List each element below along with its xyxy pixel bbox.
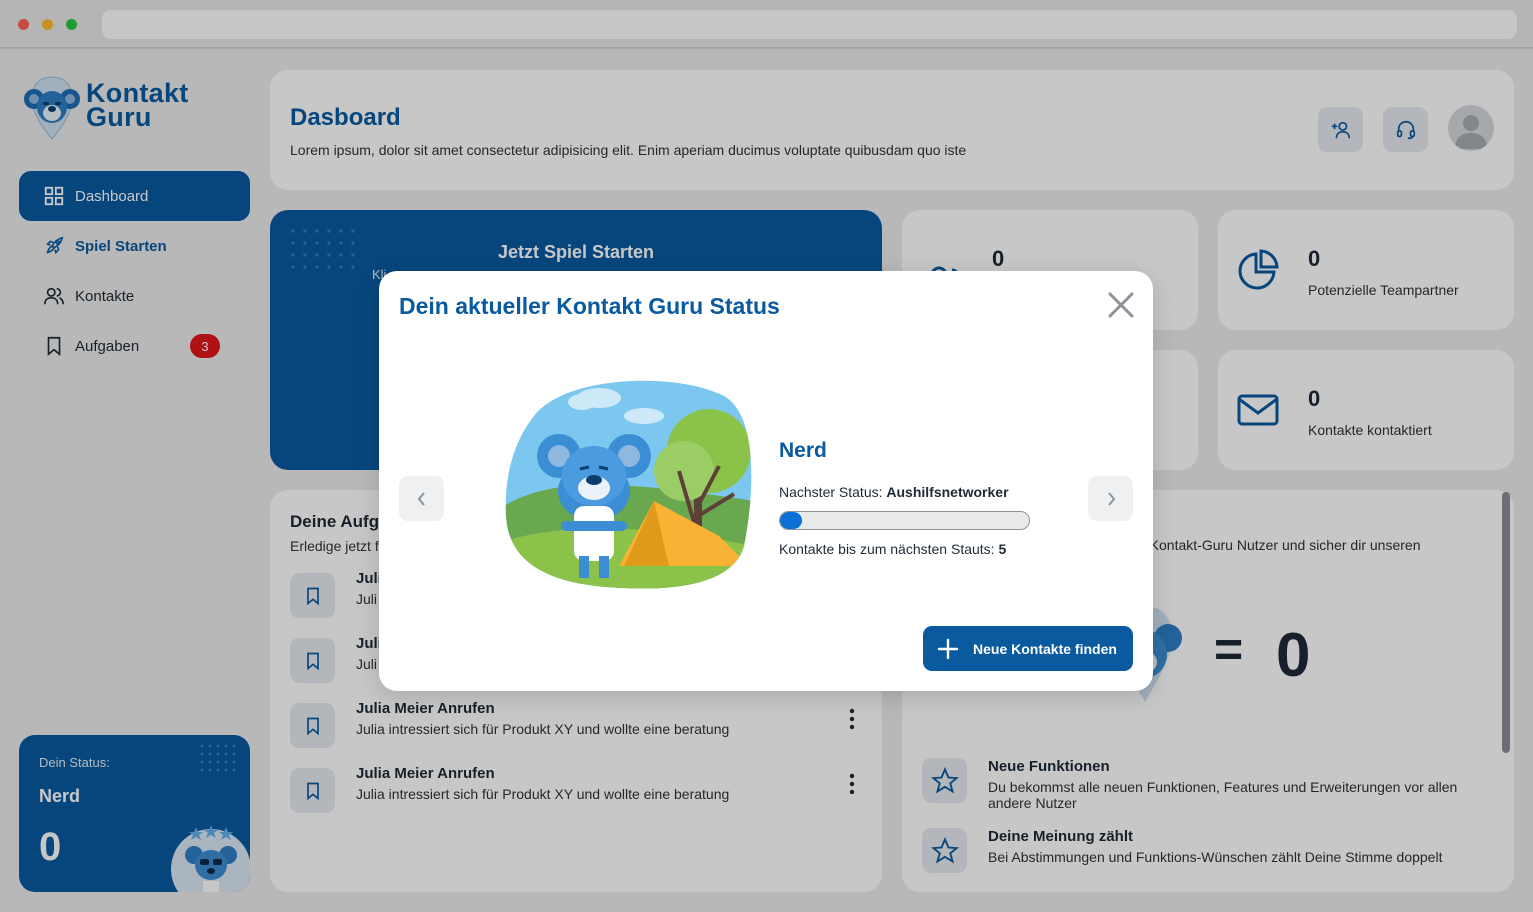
contacts-remaining-label: Kontakte bis zum nächsten Stauts:	[779, 541, 999, 557]
contacts-remaining-value: 5	[998, 541, 1007, 557]
contacts-remaining: Kontakte bis zum nächsten Stauts: 5	[779, 541, 1006, 557]
find-new-contacts-label: Neue Kontakte finden	[973, 640, 1117, 657]
previous-button[interactable]	[399, 476, 444, 521]
next-status: Nachster Status: Aushilfsnetworker	[779, 484, 1009, 500]
status-modal: Dein aktueller Kontakt Guru Status Nerd …	[379, 271, 1153, 691]
koala-camping-illustration	[505, 380, 752, 589]
modal-title: Dein aktueller Kontakt Guru Status	[399, 293, 780, 319]
next-status-value: Aushilfsnetworker	[886, 484, 1009, 500]
chevron-left-icon	[417, 491, 425, 506]
next-button[interactable]	[1088, 476, 1133, 521]
rank-name: Nerd	[779, 439, 827, 462]
close-icon[interactable]	[1105, 289, 1137, 321]
status-progress-fill	[780, 512, 803, 529]
find-new-contacts-button[interactable]: Neue Kontakte finden	[923, 626, 1133, 671]
chevron-right-icon	[1107, 491, 1115, 506]
plus-icon	[937, 638, 959, 659]
status-progress-bar	[779, 511, 1030, 530]
next-status-label: Nachster Status:	[779, 484, 887, 500]
